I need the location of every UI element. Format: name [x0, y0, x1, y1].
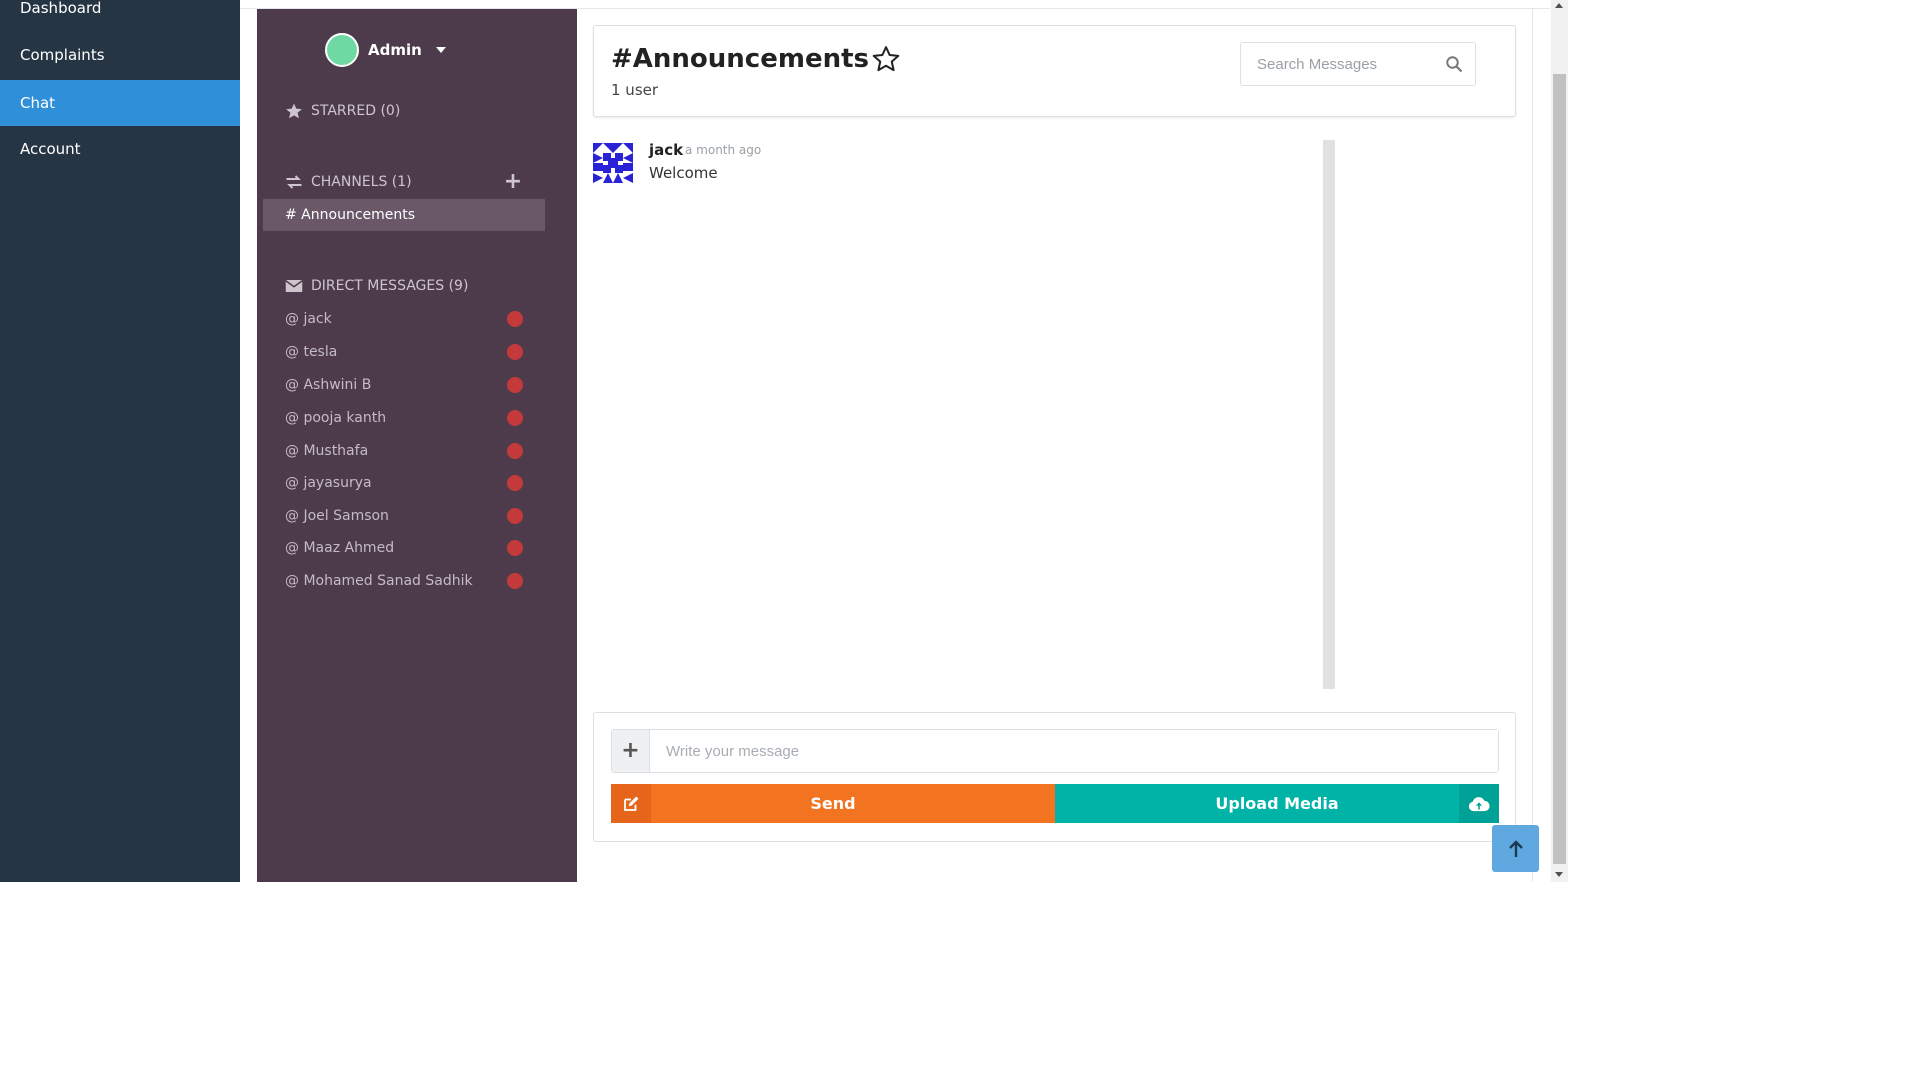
search-box	[1240, 42, 1476, 86]
dm-item[interactable]: @ jack	[285, 307, 523, 331]
status-dot	[507, 344, 523, 360]
nav-item-complaints[interactable]: Complaints	[0, 32, 240, 78]
search-icon[interactable]	[1445, 55, 1463, 73]
scroll-down-arrow-icon[interactable]	[1555, 872, 1563, 877]
status-dot	[507, 311, 523, 327]
status-dot	[507, 508, 523, 524]
arrow-up-icon	[1508, 839, 1523, 857]
dm-header: DIRECT MESSAGES (9)	[285, 274, 468, 298]
messages-scrollbar[interactable]	[1323, 140, 1335, 689]
status-dot	[507, 443, 523, 459]
starred-label: STARRED (0)	[311, 103, 401, 119]
edit-icon	[611, 784, 651, 823]
channel-title: #Announcements	[611, 44, 869, 74]
dm-label-text: @ jack	[285, 311, 332, 327]
add-channel-button[interactable]: +	[503, 171, 523, 193]
cloud-upload-icon	[1459, 784, 1499, 823]
channel-title-row: #Announcements	[611, 44, 901, 74]
user-menu[interactable]: Admin	[325, 33, 446, 67]
chat-main: #Announcements 1 user jack a month ago W…	[577, 9, 1533, 882]
send-label: Send	[810, 794, 856, 813]
star-icon	[286, 103, 302, 119]
user-name: Admin	[368, 41, 422, 59]
dm-item[interactable]: @ jayasurya	[285, 471, 523, 495]
dm-label-text: @ Maaz Ahmed	[285, 540, 395, 556]
dm-item[interactable]: @ Musthafa	[285, 439, 523, 463]
channels-header: CHANNELS (1)	[285, 170, 412, 194]
nav-item-dashboard[interactable]: Dashboard	[0, 0, 240, 31]
status-dot	[507, 540, 523, 556]
nav-item-account[interactable]: Account	[0, 126, 240, 172]
dm-label: DIRECT MESSAGES (9)	[311, 278, 469, 294]
dm-label-text: @ jayasurya	[285, 475, 372, 491]
status-dot	[507, 410, 523, 426]
dm-item[interactable]: @ Joel Samson	[285, 504, 523, 528]
scroll-up-arrow-icon[interactable]	[1555, 3, 1563, 8]
page-scrollbar[interactable]	[1551, 0, 1568, 882]
channel-user-count: 1 user	[611, 81, 659, 99]
dm-item[interactable]: @ tesla	[285, 340, 523, 364]
envelope-icon	[285, 280, 303, 292]
upload-media-button[interactable]: Upload Media	[1055, 784, 1499, 823]
exchange-icon	[286, 175, 302, 189]
left-nav: Dashboard Complaints Chat Account	[0, 0, 240, 882]
message-composer: + Send Upload Media	[593, 712, 1516, 842]
channel-header: #Announcements 1 user	[593, 25, 1516, 117]
message-item: jack a month ago Welcome	[593, 141, 1293, 189]
back-to-top-button[interactable]	[1492, 825, 1539, 872]
message-author[interactable]: jack	[649, 141, 683, 159]
dm-item[interactable]: @ Mohamed Sanad Sadhik	[285, 569, 523, 593]
status-dot	[507, 573, 523, 589]
dm-item[interactable]: @ pooja kanth	[285, 406, 523, 430]
top-bar	[240, 0, 1550, 9]
caret-down-icon	[435, 47, 446, 53]
channel-item-announcements[interactable]: # Announcements	[263, 199, 545, 231]
dm-item[interactable]: @ Ashwini B	[285, 373, 523, 397]
message-input[interactable]	[650, 730, 1498, 772]
starred-header: STARRED (0)	[285, 99, 400, 123]
dm-label-text: @ Mohamed Sanad Sadhik	[285, 573, 473, 589]
channels-label: CHANNELS (1)	[311, 174, 412, 190]
dm-label-text: @ Musthafa	[285, 443, 369, 459]
dm-label-text: @ pooja kanth	[285, 410, 387, 426]
user-avatar-identicon	[593, 143, 633, 183]
status-dot	[507, 475, 523, 491]
scroll-thumb[interactable]	[1553, 74, 1566, 864]
message-input-group: +	[611, 729, 1499, 773]
chat-sidebar: Admin STARRED (0) CHANNELS (1) + # Annou…	[257, 9, 577, 882]
search-input[interactable]	[1241, 43, 1431, 85]
upload-label: Upload Media	[1215, 794, 1339, 813]
message-timestamp: a month ago	[685, 143, 762, 157]
dm-item[interactable]: @ Maaz Ahmed	[285, 536, 523, 560]
dm-label-text: @ tesla	[285, 344, 338, 360]
status-dot	[507, 377, 523, 393]
nav-item-chat[interactable]: Chat	[0, 80, 240, 126]
avatar	[325, 33, 359, 67]
message-text: Welcome	[649, 164, 718, 182]
send-button[interactable]: Send	[611, 784, 1055, 823]
star-outline-icon[interactable]	[871, 44, 901, 74]
add-attachment-button[interactable]: +	[612, 730, 650, 772]
dm-label-text: @ Ashwini B	[285, 377, 372, 393]
dm-label-text: @ Joel Samson	[285, 508, 389, 524]
